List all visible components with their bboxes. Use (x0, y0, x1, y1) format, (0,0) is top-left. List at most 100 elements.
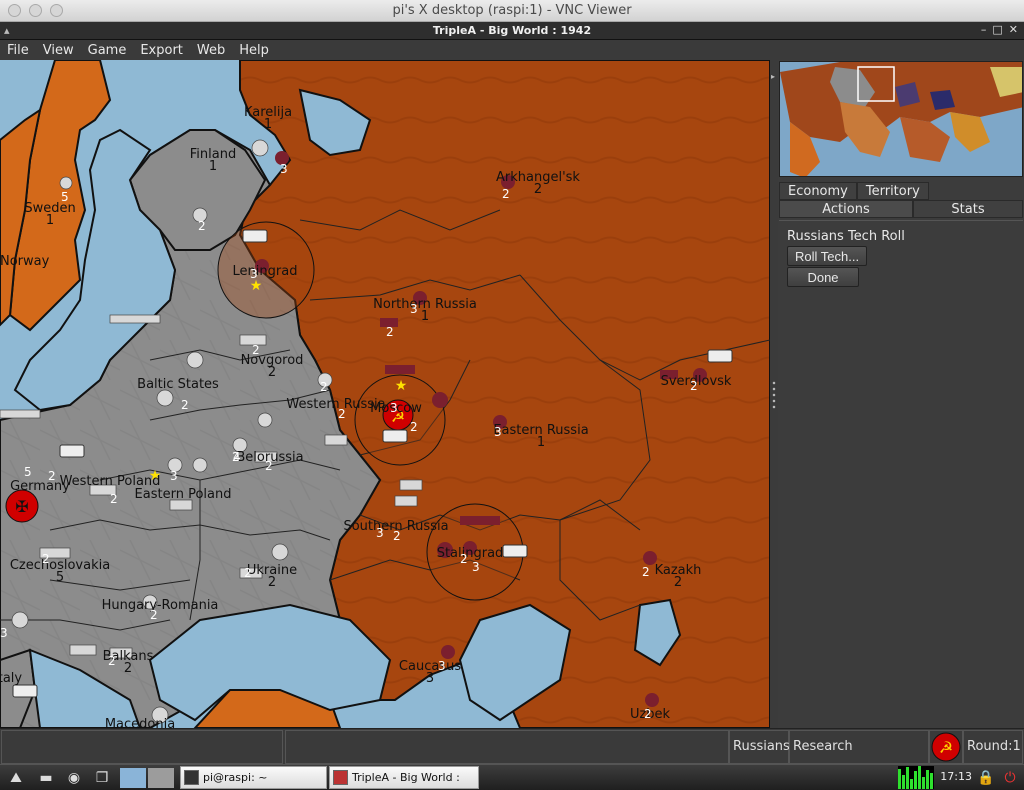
unit-count: 3 (438, 659, 446, 673)
factory-icon (502, 544, 528, 558)
main-tabs: Actions Stats (779, 200, 1023, 218)
unit-count: 2 (181, 398, 189, 412)
iron-cross-icon: ✠ (15, 497, 28, 516)
tab-economy[interactable]: Economy (779, 182, 857, 200)
infantry-icon[interactable] (59, 176, 73, 190)
fighter-icon[interactable] (186, 351, 204, 369)
fighter-icon[interactable] (11, 611, 29, 629)
task-triplea[interactable]: TripleA - Big World : 1942 (329, 766, 479, 789)
territory-value: 2 (268, 575, 276, 590)
tank-icon[interactable] (460, 516, 500, 525)
menu-export[interactable]: Export (140, 43, 183, 58)
infantry-icon[interactable] (645, 693, 659, 707)
app-window-title: TripleA - Big World : 1942 (432, 24, 592, 37)
power-icon[interactable]: ⏻ (1000, 768, 1020, 788)
territory-value: 1 (537, 435, 545, 450)
file-manager-icon[interactable]: ▬ (36, 768, 56, 788)
tank-icon[interactable] (324, 434, 348, 446)
unit-count: 5 (61, 190, 69, 204)
roll-tech-button[interactable]: Roll Tech... (787, 246, 868, 266)
unit-count: 2 (690, 379, 698, 393)
drag-handle-icon[interactable] (772, 380, 776, 410)
fighter-icon[interactable] (251, 139, 269, 157)
side-panel: Economy Territory Actions Stats Russians… (778, 60, 1024, 728)
info-tabs: Economy Territory (779, 182, 929, 200)
app-title-bar[interactable]: ▴ TripleA - Big World : 1942 – □ ✕ (0, 22, 1024, 40)
factory-icon (59, 444, 85, 458)
triplea-icon (333, 770, 348, 785)
unit-count: 2 (48, 469, 56, 483)
tab-actions[interactable]: Actions (779, 200, 913, 218)
unit-count: 3 (250, 267, 258, 281)
minimize-icon[interactable]: – (981, 23, 987, 36)
tab-stats[interactable]: Stats (913, 200, 1023, 218)
territory-label-norway: Norway (0, 254, 50, 269)
unit-count: 3 (410, 302, 418, 316)
done-button[interactable]: Done (787, 267, 859, 287)
workspace-2[interactable] (148, 768, 174, 788)
panel-splitter[interactable]: ▸ (770, 60, 778, 728)
status-round: Round:1 (963, 730, 1023, 764)
tank-icon[interactable] (69, 644, 97, 656)
unit-count: 4 (233, 450, 241, 464)
artillery-icon[interactable] (192, 457, 208, 473)
browser-icon[interactable]: ◉ (64, 768, 84, 788)
unit-count: 3 (170, 469, 178, 483)
maximize-icon[interactable]: □ (992, 23, 1002, 36)
tank-icon[interactable] (394, 495, 418, 507)
terminal-icon (184, 770, 199, 785)
unit-count: 2 (110, 492, 118, 506)
status-message (1, 730, 283, 764)
unit-count: 3 (280, 162, 288, 176)
desktop-switch-icon[interactable]: ❐ (92, 768, 112, 788)
phase-title: Russians Tech Roll (787, 229, 905, 244)
unit-count: 2 (252, 343, 260, 357)
artillery-icon[interactable] (257, 412, 273, 428)
unit-count: 3 (494, 425, 502, 439)
menu-game[interactable]: Game (88, 43, 127, 58)
territory-label-baltic-states: Baltic States (137, 377, 219, 392)
game-map[interactable]: ☭ ✠ ★ ★ ★ Karelija 1 Finland 1 Sweden 1 … (0, 60, 770, 728)
unit-count: 2 (150, 608, 158, 622)
infantry-icon[interactable] (441, 645, 455, 659)
tab-territory[interactable]: Territory (856, 182, 929, 200)
menu-web[interactable]: Web (197, 43, 225, 58)
start-menu-icon[interactable]: ⛰ (6, 768, 26, 788)
unit-count: 2 (386, 325, 394, 339)
status-player: Russians (729, 730, 790, 764)
fighter-icon[interactable] (271, 543, 289, 561)
workspace-1[interactable] (120, 768, 146, 788)
menu-bar: File View Game Export Web Help (0, 40, 1024, 60)
unit-count: 2 (198, 219, 206, 233)
clock[interactable]: 17:13 (940, 770, 972, 783)
vnc-title-bar[interactable]: pi's X desktop (raspi:1) - VNC Viewer (0, 0, 1024, 22)
ship-icon[interactable] (109, 314, 161, 324)
unit-count: 3 (376, 526, 384, 540)
close-icon[interactable]: ✕ (1009, 23, 1018, 36)
territory-label-macedonia: Macedonia (105, 717, 175, 728)
minimap[interactable] (779, 61, 1023, 177)
territory-value: 5 (56, 570, 64, 585)
fighter-icon[interactable] (432, 392, 448, 408)
actions-panel: Russians Tech Roll Roll Tech... Done (779, 220, 1023, 720)
unit-count: 2 (320, 380, 328, 394)
territory-label-stalingrad: Stalingrad (437, 546, 504, 561)
task-terminal[interactable]: pi@raspi: ~ (180, 766, 327, 789)
lock-icon[interactable]: 🔒 (976, 768, 996, 788)
fighter-icon[interactable] (156, 389, 174, 407)
territory-value: 1 (421, 309, 429, 324)
menu-view[interactable]: View (43, 43, 74, 58)
unit-count: 3 (0, 626, 8, 640)
ship-icon[interactable] (0, 409, 41, 419)
tank-icon[interactable] (399, 479, 423, 491)
territory-value: 2 (268, 365, 276, 380)
tank-icon[interactable] (385, 365, 415, 374)
collapse-arrow-icon[interactable]: ▸ (771, 72, 775, 81)
unit-count: 2 (642, 565, 650, 579)
menu-help[interactable]: Help (239, 43, 269, 58)
victory-city-star-icon: ★ (395, 378, 408, 394)
svg-text:☭: ☭ (939, 738, 953, 757)
vnc-window-title: pi's X desktop (raspi:1) - VNC Viewer (392, 3, 632, 18)
taskbar: ⛰ ▬ ◉ ❐ pi@raspi: ~ TripleA - Big World … (0, 764, 1024, 790)
menu-file[interactable]: File (7, 43, 29, 58)
